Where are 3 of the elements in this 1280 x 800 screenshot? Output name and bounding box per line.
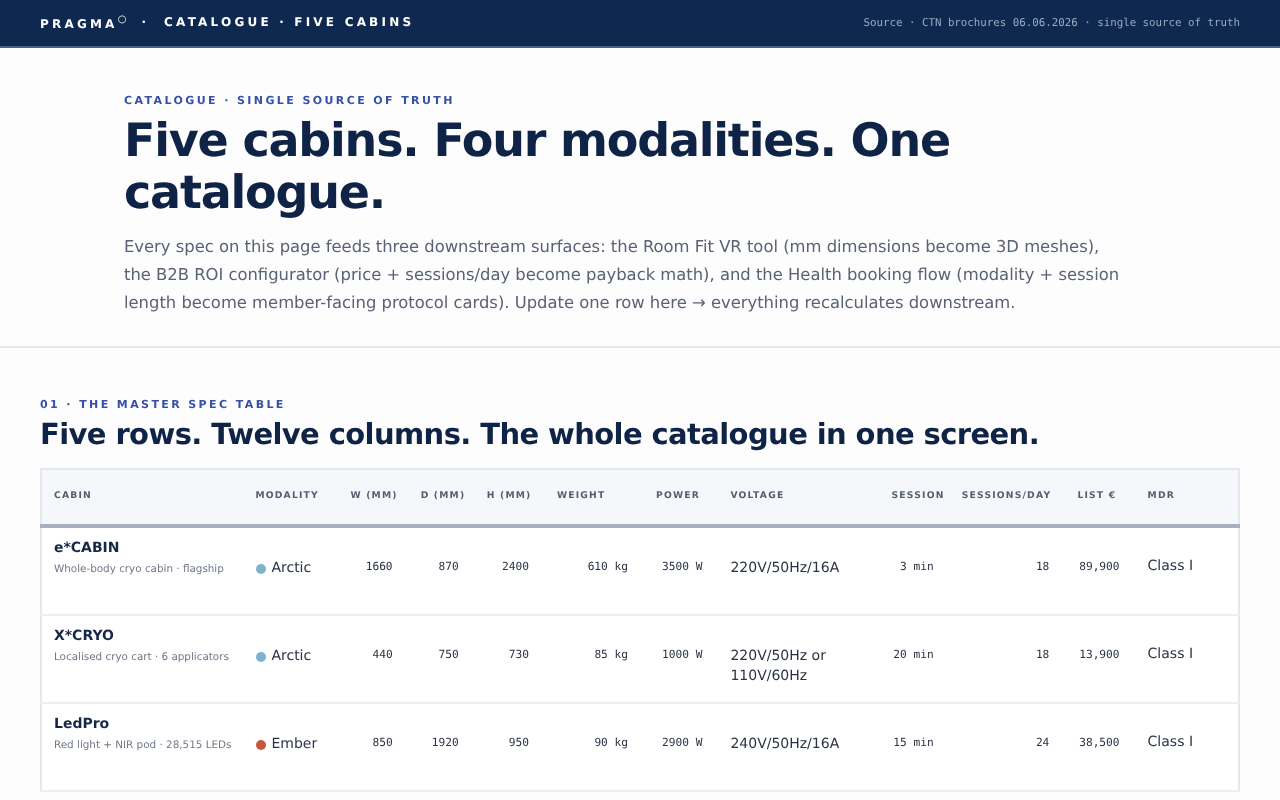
section-title: Five rows. Twelve columns. The whole catalogue in one screen. (40, 420, 1042, 452)
page-title: Five cabins. Four modalities. One catalogue. (124, 116, 952, 220)
intro-paragraph: Every spec on this page feeds three downstream surfaces: the Room Fit VR tool (mm dimensions become 3D meshes), the B2B ROI configurator (price + sessions/day become payback math), and the Health booking flow (modality + session length become member-facing protocol cards). Update one row here → everything recalculates downstream. (124, 234, 1122, 316)
